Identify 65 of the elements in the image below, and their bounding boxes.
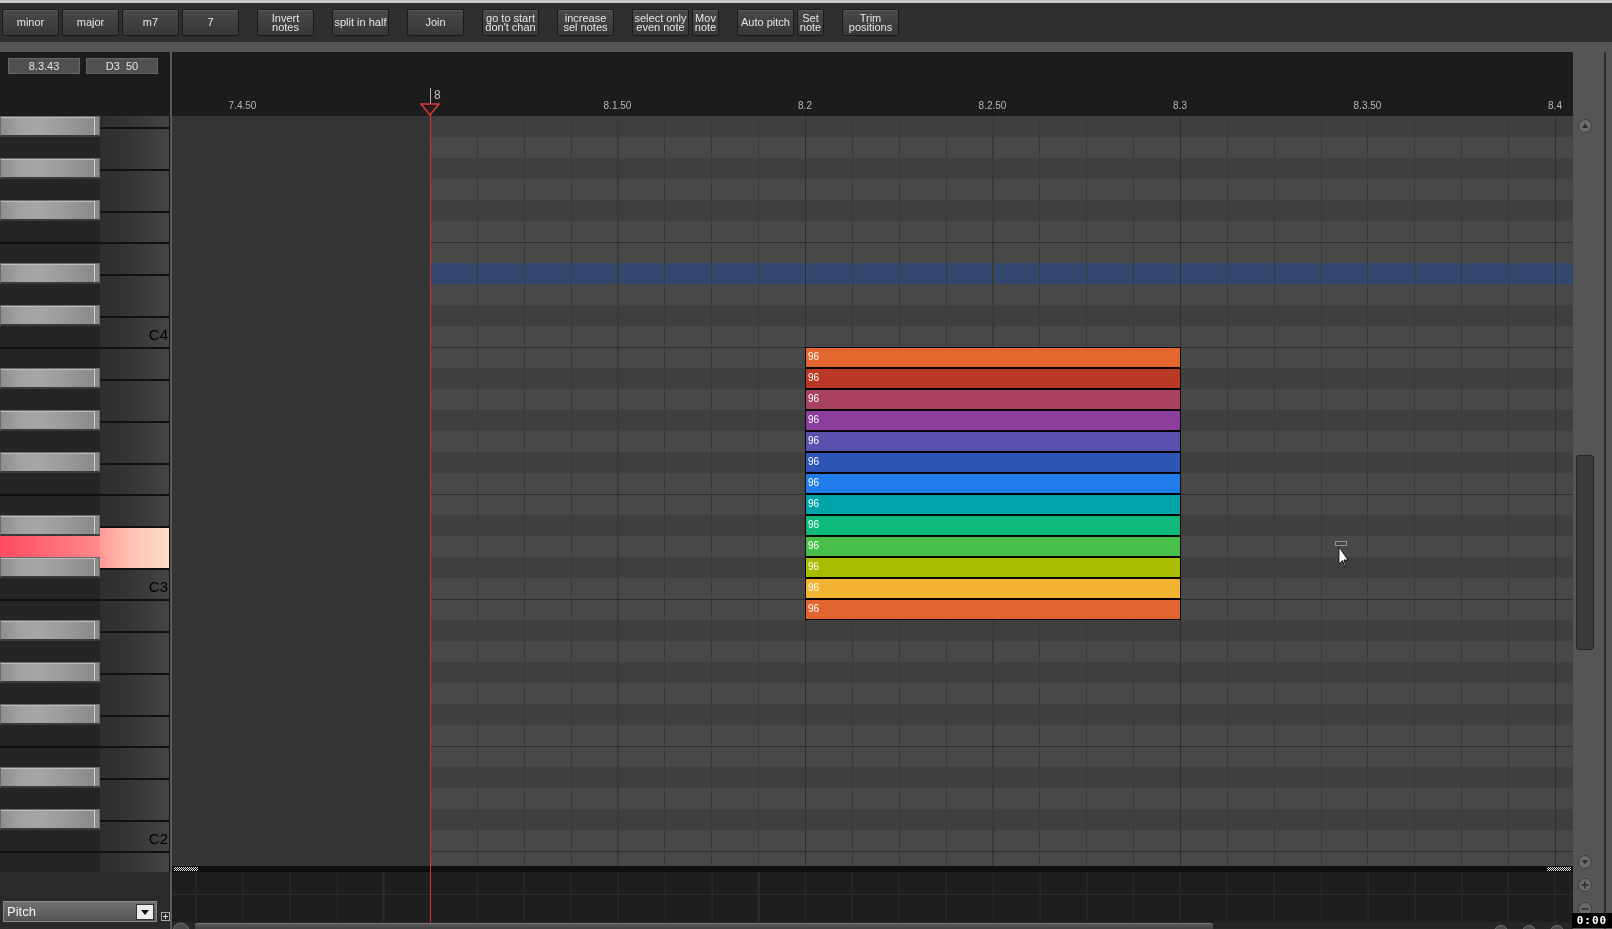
midi-note[interactable]: 96 (805, 347, 1181, 368)
ruler-label: 8.2.50 (978, 100, 1007, 112)
ruler-label: 8.4 (1548, 100, 1562, 112)
toolbar-button[interactable]: go to start don't chan (482, 9, 539, 36)
round-button-icon[interactable] (1550, 922, 1564, 929)
grip-icon[interactable] (174, 867, 198, 871)
toolbar-button[interactable]: split in half (332, 9, 389, 36)
toolbar-button[interactable]: Trim positions (842, 9, 899, 36)
time-display: 0:00 (1572, 913, 1612, 928)
toolbar-button[interactable]: select only even note (632, 9, 689, 36)
toolbar-button[interactable]: increase sel notes (557, 9, 614, 36)
piano-sharp-key[interactable] (0, 767, 100, 788)
toolbar-button[interactable]: Set note (797, 9, 824, 36)
piano-sharp-key[interactable] (0, 200, 100, 221)
toolbar-button[interactable]: 7 (182, 9, 239, 36)
scroll-up-icon[interactable] (1578, 119, 1592, 133)
caret-icon (136, 903, 154, 920)
piano-sharp-key[interactable] (0, 305, 100, 326)
playhead-marker-icon[interactable] (420, 103, 440, 116)
playhead-label: 8 (434, 89, 441, 102)
piano-sharp-key[interactable] (0, 704, 100, 725)
zoom-in-icon[interactable] (1578, 878, 1592, 892)
midi-note[interactable]: 96 (805, 389, 1181, 410)
midi-note[interactable]: 96 (805, 431, 1181, 452)
ruler-label: 8.3.50 (1353, 100, 1382, 112)
mouse-cursor-icon (1335, 541, 1349, 569)
toolbar-button[interactable]: Mov note (692, 9, 719, 36)
round-button-icon[interactable] (1522, 922, 1536, 929)
zoom-out-icon[interactable] (1578, 902, 1592, 913)
toolbar-button[interactable]: minor (2, 9, 59, 36)
piano-sharp-key[interactable] (0, 620, 100, 641)
piano-sharp-key[interactable] (0, 515, 100, 536)
midi-note[interactable]: 96 (805, 473, 1181, 494)
note-field[interactable]: D3 50 (86, 58, 158, 74)
round-button-icon[interactable] (1494, 922, 1508, 929)
piano-key[interactable] (100, 525, 169, 568)
piano-sharp-key[interactable] (0, 368, 100, 389)
piano-sharp-key[interactable] (0, 158, 100, 179)
piano-sharp-key[interactable] (0, 263, 100, 284)
ruler-label: 8.2 (798, 100, 812, 112)
grip-icon[interactable] (1547, 867, 1571, 871)
piano-sharp-key[interactable] (0, 809, 100, 830)
expand-icon[interactable] (161, 912, 170, 921)
toolbar-button[interactable]: Join (407, 9, 464, 36)
ruler-label: 7.4.50 (228, 100, 257, 112)
midi-note[interactable]: 96 (805, 368, 1181, 389)
piano-sharp-key[interactable] (0, 452, 100, 473)
piano-sharp-key[interactable] (0, 410, 100, 431)
toolbar-button[interactable]: m7 (122, 9, 179, 36)
midi-note[interactable]: 96 (805, 599, 1181, 620)
midi-note[interactable]: 96 (805, 452, 1181, 473)
scroll-down-icon[interactable] (1578, 855, 1592, 869)
piano-sharp-key[interactable] (0, 662, 100, 683)
midi-note[interactable]: 96 (805, 410, 1181, 431)
toolbar-button[interactable]: Auto pitch (737, 9, 794, 36)
scrollbar-thumb[interactable] (195, 923, 1213, 929)
ruler-label: 8.3 (1173, 100, 1187, 112)
toolbar-button[interactable]: major (62, 9, 119, 36)
ruler-label: 8.1.50 (603, 100, 632, 112)
piano-sharp-key[interactable] (0, 557, 100, 578)
toolbar-button[interactable]: Invert notes (257, 9, 314, 36)
piano-sharp-key[interactable] (0, 116, 100, 137)
parameter-dropdown[interactable]: Pitch (3, 901, 157, 922)
scrollbar-thumb[interactable] (1576, 455, 1594, 650)
position-field[interactable]: 8.3.43 (8, 58, 80, 74)
